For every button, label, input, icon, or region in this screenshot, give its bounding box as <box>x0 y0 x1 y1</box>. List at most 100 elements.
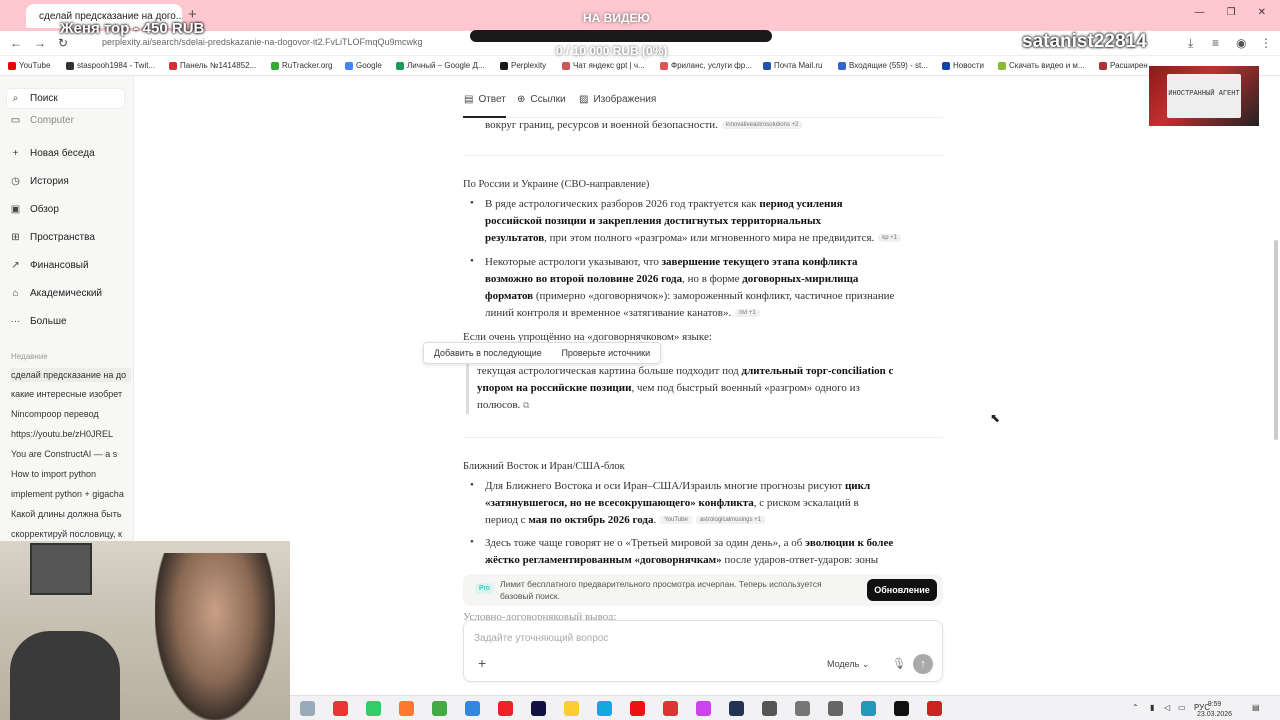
history-item[interactable]: implement python + gigacha <box>11 489 131 499</box>
bookmark-item[interactable]: staspooh1984 - Twit... <box>66 61 155 70</box>
bookmark-item[interactable]: Чат яндекс gpt | ч... <box>562 61 645 70</box>
history-item[interactable]: You are ConstructAI — a s <box>11 449 131 459</box>
close-window-icon[interactable]: ✕ <box>1258 7 1266 18</box>
history-item[interactable]: https://youtu.be/zH0JREL <box>11 429 131 439</box>
webcam-video <box>0 541 290 720</box>
bookmark-item[interactable]: Почта Mail.ru <box>763 61 822 70</box>
tab-images[interactable]: ▨ Изображения <box>579 94 656 105</box>
reload-icon[interactable]: ↻ <box>58 36 68 50</box>
bookmark-item[interactable]: RuTracker.org <box>271 61 332 70</box>
bookmark-item[interactable]: Google <box>345 61 382 70</box>
sidebar-item-academic[interactable]: ⌂ Академический <box>10 288 102 299</box>
whatsapp-icon[interactable] <box>366 701 381 716</box>
notifications-icon[interactable]: ▤ <box>1252 703 1260 712</box>
banner-text: Лимит бесплатного предварительного просм… <box>500 579 822 601</box>
sidebar-item-discover[interactable]: ▣ Обзор <box>10 204 59 215</box>
sidebar-item-more[interactable]: ··· Больше <box>10 316 67 327</box>
usb-icon[interactable]: ▮ <box>1150 703 1154 712</box>
divider <box>463 437 943 438</box>
source-chip[interactable]: innovativeastrosolutions +2 <box>721 121 803 129</box>
bookmark-icon <box>500 61 508 70</box>
download-icon[interactable]: ⤓ <box>1188 36 1193 51</box>
mouse-cursor-icon: ⬉ <box>990 411 1001 425</box>
menu-list-icon[interactable]: ≡ <box>1212 36 1219 50</box>
bookmark-item[interactable]: Входящие (559) - st... <box>838 61 928 70</box>
steam-icon[interactable] <box>729 701 744 716</box>
source-chip[interactable]: kp +1 <box>878 234 902 242</box>
url-field[interactable]: perplexity.ai/search/sdelai-predskazanie… <box>102 37 422 47</box>
opera-icon[interactable] <box>630 701 645 716</box>
terminal-icon[interactable] <box>894 701 909 716</box>
bookmark-item[interactable]: Личный – Google Д... <box>396 61 485 70</box>
back-icon[interactable]: ← <box>10 36 22 50</box>
goal-label: НА ВИДЕЮ <box>583 11 650 25</box>
bookmark-label: Расширен <box>1110 61 1148 70</box>
yandex-icon[interactable] <box>663 701 678 716</box>
history-item[interactable]: скорректируй пословицу, к <box>11 529 131 539</box>
sidebar-item-history[interactable]: ◷ История <box>10 176 69 187</box>
bookmark-item[interactable]: Расширен <box>1099 61 1148 70</box>
mic-icon[interactable]: 🎙 <box>892 657 906 670</box>
bookmark-item[interactable]: YouTube <box>8 61 50 70</box>
followup-input-box[interactable]: Задайте уточняющий вопрос + Модель ⌄ 🎙 ↑ <box>463 620 943 682</box>
source-chip[interactable]: rtvi +1 <box>735 309 760 317</box>
app-icon[interactable] <box>795 701 810 716</box>
scrollbar[interactable] <box>1274 240 1278 440</box>
tab-links[interactable]: ⊕ Ссылки <box>517 94 566 105</box>
pro-badge: Pro <box>475 583 494 594</box>
followup-input[interactable]: Задайте уточняющий вопрос <box>474 633 608 644</box>
chrome-icon[interactable] <box>432 701 447 716</box>
send-button[interactable]: ↑ <box>913 654 933 674</box>
app-icon[interactable] <box>531 701 546 716</box>
attach-icon[interactable]: + <box>478 655 486 671</box>
minimize-icon[interactable]: — <box>1195 7 1205 18</box>
maximize-icon[interactable]: ❐ <box>1227 7 1236 18</box>
forward-icon[interactable]: → <box>34 36 46 50</box>
add-followup-button[interactable]: Добавить в последующие <box>434 348 542 358</box>
telegram-icon[interactable] <box>861 701 876 716</box>
bookmark-item[interactable]: Фриланс, услуги фр... <box>660 61 752 70</box>
app-icon[interactable] <box>696 701 711 716</box>
sidebar-item-new-chat[interactable]: + Новая беседа <box>10 148 95 159</box>
search-icon: ⌕ <box>12 93 19 104</box>
model-selector[interactable]: Модель ⌄ <box>827 659 869 670</box>
copy-icon[interactable]: ⧉ <box>523 400 529 410</box>
explorer-icon[interactable] <box>300 701 315 716</box>
edge-icon[interactable] <box>597 701 612 716</box>
bookmark-item[interactable]: Панель №1414852... <box>169 61 256 70</box>
sidebar-item-finance[interactable]: ↗ Финансовый <box>10 260 88 271</box>
history-item[interactable]: Какой длины должна быть <box>11 509 131 519</box>
tray-chevron-icon[interactable]: ⌃ <box>1132 703 1139 712</box>
check-sources-button[interactable]: Проверьте источники <box>561 348 650 358</box>
bookmark-item[interactable]: Perplexity <box>500 61 546 70</box>
settings-icon[interactable] <box>828 701 843 716</box>
profile-icon[interactable]: ◉ <box>1236 36 1246 50</box>
history-item[interactable]: какие интересные изобрет <box>11 389 131 399</box>
globe-icon[interactable] <box>762 701 777 716</box>
source-chip[interactable]: astrologicalmusings +1 <box>695 516 766 524</box>
history-item[interactable]: сделай предсказание на до <box>11 368 131 382</box>
clock[interactable]: 9:59 23.03.2026 <box>1197 700 1232 720</box>
bookmark-item[interactable]: Скачать видео и м... <box>998 61 1085 70</box>
folder-icon[interactable] <box>564 701 579 716</box>
yandex-browser-icon[interactable] <box>498 701 513 716</box>
obs-icon[interactable] <box>927 701 942 716</box>
history-item[interactable]: How to import python <box>11 469 131 479</box>
more-icon[interactable]: ⋮ <box>1260 36 1272 50</box>
youtube-source-chip[interactable]: YouTube <box>660 516 692 524</box>
goal-progress-bar <box>470 30 772 42</box>
yandex-icon[interactable] <box>333 701 348 716</box>
app-icon[interactable] <box>465 701 480 716</box>
image-icon: ▨ <box>579 94 589 105</box>
history-item[interactable]: Nincompoop перевод <box>11 409 131 419</box>
firefox-icon[interactable] <box>399 701 414 716</box>
upgrade-button[interactable]: Обновление <box>867 579 937 601</box>
speaker-icon[interactable]: ◁ <box>1164 703 1170 712</box>
sidebar-item-spaces[interactable]: ⊞ Пространства <box>10 232 95 243</box>
more-icon: ··· <box>10 316 21 327</box>
tab-answer[interactable]: ▤ Ответ <box>464 94 506 105</box>
selection-popup: Добавить в последующие Проверьте источни… <box>423 342 661 364</box>
sidebar-item-computer[interactable]: ▭ Computer <box>10 115 74 126</box>
sidebar-item-search[interactable]: ⌕ Поиск <box>10 93 58 104</box>
bookmark-item[interactable]: Новости <box>942 61 984 70</box>
